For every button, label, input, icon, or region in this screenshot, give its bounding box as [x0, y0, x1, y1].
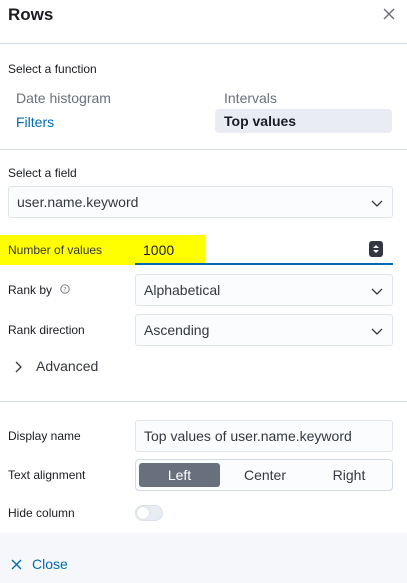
number-stepper-icon[interactable]	[369, 241, 383, 257]
number-of-values-input[interactable]: 1000	[135, 235, 393, 265]
close-button[interactable]: Close	[11, 555, 91, 575]
field-select-value: user.name.keyword	[17, 194, 139, 210]
function-option-filters[interactable]: Filters	[16, 114, 54, 130]
rank-by-value: Alphabetical	[144, 282, 221, 298]
rank-direction-value: Ascending	[144, 322, 210, 338]
hide-column-switch[interactable]	[135, 505, 163, 521]
text-alignment-button-group: Left Center Right	[135, 459, 393, 491]
number-of-values-value: 1000	[143, 242, 175, 258]
function-section-label: Select a function	[8, 62, 97, 76]
chevron-down-icon	[371, 328, 383, 335]
function-option-intervals[interactable]: Intervals	[224, 90, 277, 106]
function-option-date-histogram[interactable]: Date histogram	[16, 90, 111, 106]
flyout-footer: Close	[0, 533, 407, 583]
alignment-left-button[interactable]: Left	[139, 463, 220, 487]
question-circle-icon[interactable]: ?	[60, 284, 70, 294]
field-select[interactable]: user.name.keyword	[8, 186, 393, 218]
alignment-right-button[interactable]: Right	[309, 463, 389, 487]
switch-knob	[137, 507, 149, 519]
svg-text:?: ?	[63, 286, 66, 294]
number-of-values-label: Number of values	[8, 243, 103, 257]
advanced-label: Advanced	[36, 358, 99, 374]
rank-direction-label: Rank direction	[8, 323, 85, 337]
panel-title: Rows	[8, 5, 54, 24]
close-button-label: Close	[32, 556, 68, 572]
chevron-right-icon	[15, 361, 22, 373]
alignment-center-button[interactable]: Center	[225, 463, 305, 487]
display-name-label: Display name	[8, 429, 81, 443]
chevron-down-icon	[371, 200, 383, 207]
close-icon[interactable]	[382, 7, 396, 21]
display-name-value: Top values of user.name.keyword	[144, 428, 352, 444]
display-name-input[interactable]: Top values of user.name.keyword	[135, 420, 393, 452]
rank-by-select[interactable]: Alphabetical	[135, 274, 393, 306]
close-icon	[11, 559, 22, 570]
section-divider	[0, 149, 407, 150]
flyout-header: Rows	[0, 0, 407, 44]
section-divider	[0, 401, 407, 402]
chevron-down-icon	[371, 288, 383, 295]
hide-column-label: Hide column	[8, 506, 75, 520]
text-alignment-label: Text alignment	[8, 468, 86, 482]
rank-direction-select[interactable]: Ascending	[135, 314, 393, 346]
rank-by-label: Rank by	[8, 283, 53, 297]
function-option-top-values-label: Top values	[224, 113, 297, 129]
field-section-label: Select a field	[8, 166, 77, 180]
